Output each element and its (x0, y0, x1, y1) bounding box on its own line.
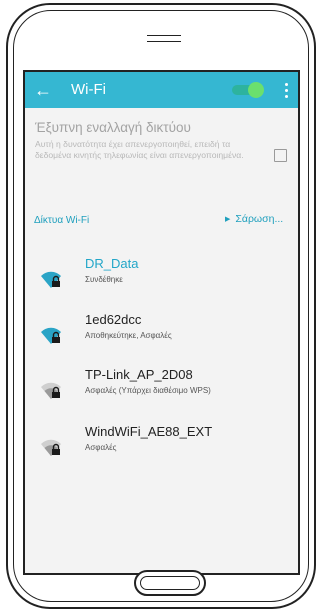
network-name: 1ed62dcc (85, 312, 142, 327)
scan-button[interactable]: ▶ Σάρωση... (225, 213, 283, 229)
network-status: Αποθηκεύτηκε, Ασφαλές (85, 331, 172, 340)
network-status: Ασφαλές (85, 443, 117, 452)
screen: ← Wi-Fi Έξυπνη εναλλαγή δικτύου Αυτή η δ… (23, 70, 300, 575)
smart-network-switch: Έξυπνη εναλλαγή δικτύου Αυτή η δυνατότητ… (25, 108, 298, 186)
wifi-lock-icon (41, 271, 61, 288)
networks-header: Δίκτυα Wi-Fi ▶ Σάρωση... (25, 211, 298, 231)
networks-label: Δίκτυα Wi-Fi (34, 215, 90, 226)
network-item[interactable]: WindWiFi_AE88_EXT Ασφαλές (25, 420, 298, 468)
more-vert-icon[interactable] (281, 81, 291, 99)
network-item[interactable]: DR_Data Συνδέθηκε (25, 252, 298, 300)
wifi-lock-icon (41, 327, 61, 344)
network-name: DR_Data (85, 256, 139, 271)
network-status: Συνδέθηκε (85, 275, 123, 284)
network-name: WindWiFi_AE88_EXT (85, 424, 213, 439)
network-item[interactable]: TP-Link_AP_2D08 Ασφαλές (Υπάρχει διαθέσι… (25, 363, 298, 411)
page-title: Wi-Fi (71, 81, 106, 98)
toggle-thumb (248, 82, 264, 98)
smart-switch-description: Αυτή η δυνατότητα έχει απενεργοποιηθεί, … (35, 139, 244, 160)
app-bar: ← Wi-Fi (25, 72, 298, 108)
smart-switch-title: Έξυπνη εναλλαγή δικτύου (35, 120, 191, 135)
network-item[interactable]: 1ed62dcc Αποθηκεύτηκε, Ασφαλές (25, 308, 298, 356)
wifi-lock-icon (41, 382, 61, 399)
home-button[interactable] (134, 570, 206, 596)
smart-switch-checkbox[interactable] (274, 149, 287, 162)
arrow-left-icon[interactable]: ← (33, 80, 53, 100)
network-status: Ασφαλές (Υπάρχει διαθέσιμο WPS) (85, 386, 211, 395)
network-name: TP-Link_AP_2D08 (85, 367, 193, 382)
wifi-toggle[interactable] (230, 82, 264, 98)
earpiece-speaker (147, 35, 181, 42)
scan-arrow-icon: ▶ (225, 216, 231, 223)
scan-label: Σάρωση... (235, 213, 284, 225)
wifi-lock-icon (41, 439, 61, 456)
